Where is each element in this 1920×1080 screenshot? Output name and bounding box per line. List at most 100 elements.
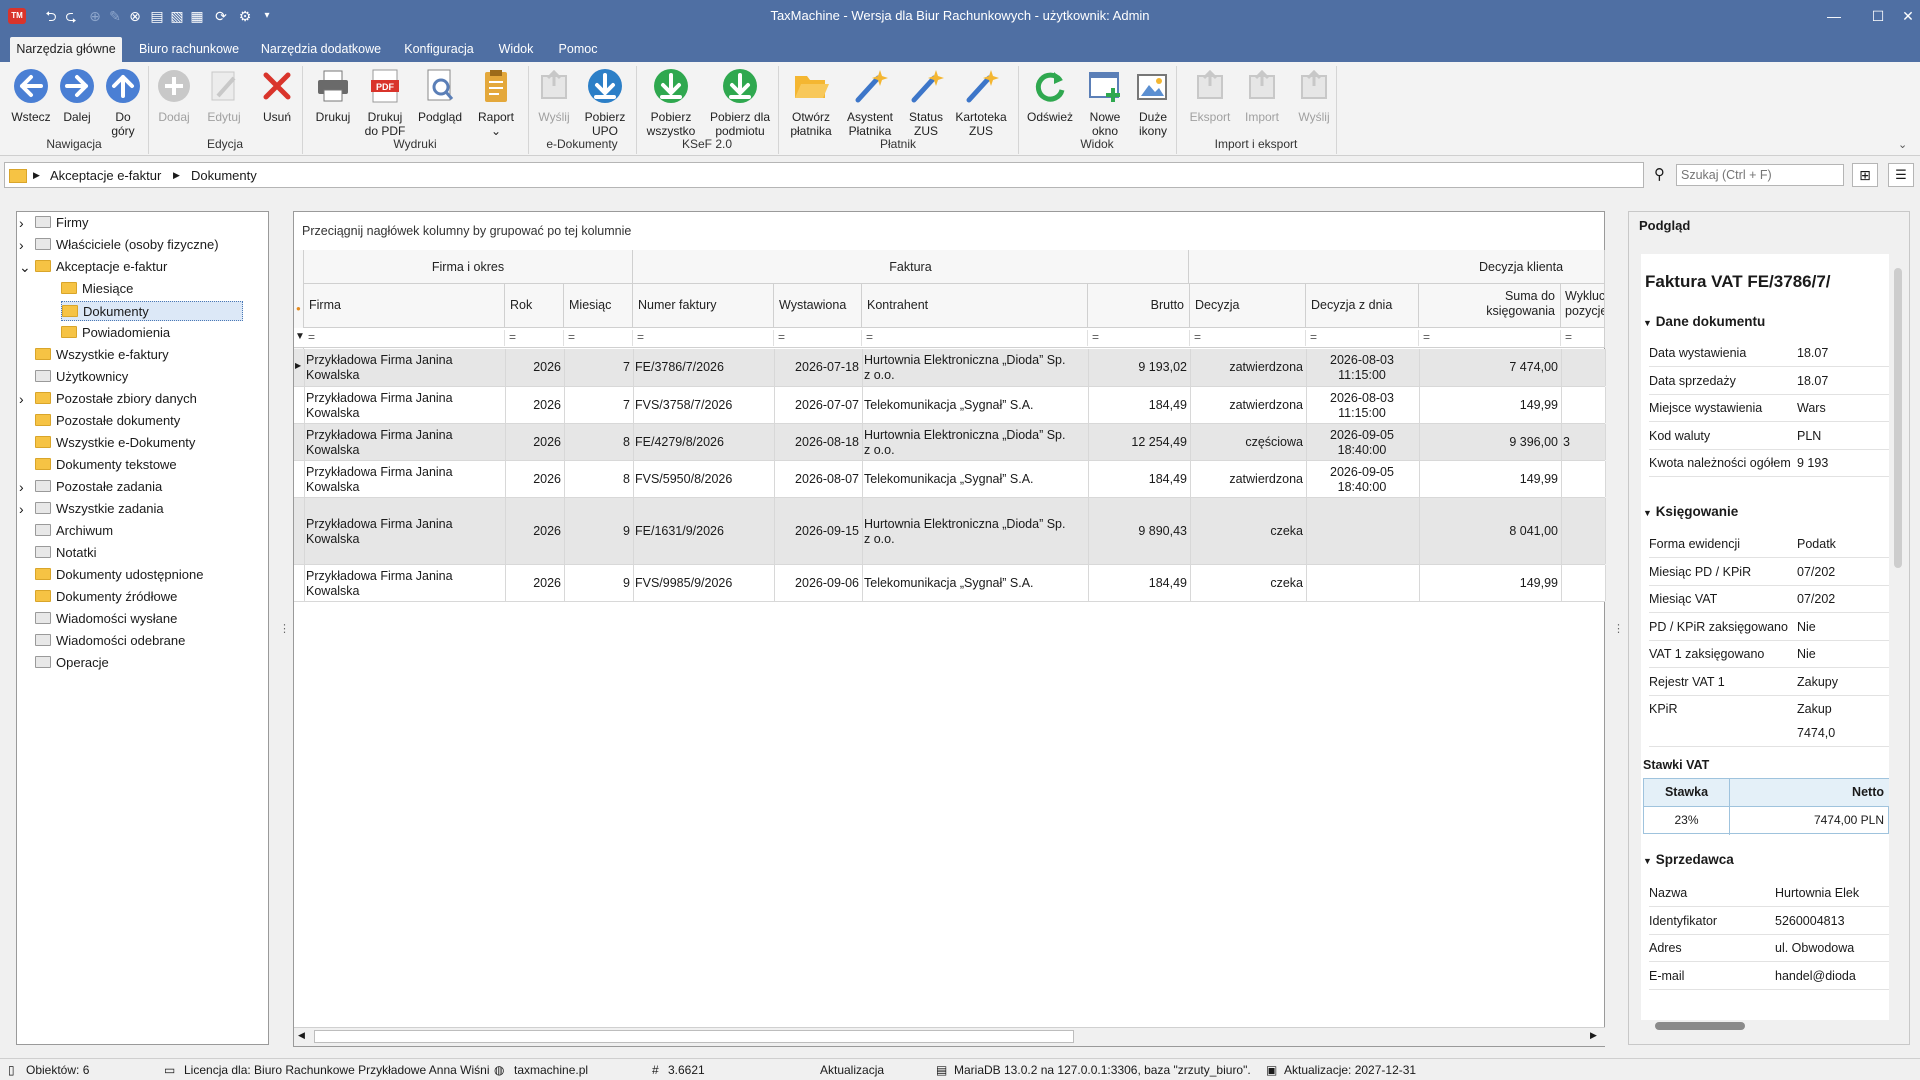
table-row[interactable]: Przykładowa Firma Janina Kowalska 2026 8 FVS… bbox=[294, 461, 1606, 498]
qa-pdf-icon[interactable]: ▧ bbox=[166, 6, 188, 26]
tree-item-17[interactable]: Dokumenty źródłowe bbox=[35, 587, 177, 607]
qa-edit-icon[interactable]: ✎ bbox=[104, 6, 126, 26]
ribbon-button-14[interactable]: Otwórz płatnika bbox=[784, 66, 838, 138]
column-header-5[interactable]: Kontrahent bbox=[862, 284, 1088, 328]
section-ksiegowanie[interactable]: ▼ Księgowanie bbox=[1643, 504, 1738, 519]
tree-item-18[interactable]: Wiadomości wysłane bbox=[35, 609, 177, 629]
filter-cell[interactable]: = bbox=[866, 330, 1088, 346]
tab-konfiguracja[interactable]: Konfiguracja bbox=[398, 37, 480, 62]
table-row[interactable]: Przykładowa Firma Janina Kowalska 2026 9 FE/… bbox=[294, 498, 1606, 565]
tab-narzedzia-glowne[interactable]: Narzędzia główne bbox=[10, 37, 122, 62]
band-firma-okres[interactable]: Firma i okres bbox=[304, 250, 633, 284]
filter-cell[interactable]: = bbox=[1092, 330, 1190, 346]
qa-add-icon[interactable]: ⊕ bbox=[84, 6, 106, 26]
ribbon-button-11[interactable]: Pobierz UPO bbox=[580, 66, 630, 138]
ribbon-button-9[interactable]: Raport ⌄ bbox=[470, 66, 522, 138]
tree-item-2[interactable]: Akceptacje e-faktur bbox=[35, 257, 167, 277]
column-header-4[interactable]: Wystawiona bbox=[774, 284, 862, 328]
tree-item-7[interactable]: Użytkownicy bbox=[35, 367, 128, 387]
tree-item-12[interactable]: Pozostałe zadania bbox=[35, 477, 162, 497]
filter-cell[interactable]: = bbox=[778, 330, 862, 346]
tab-narzedzia-dodatkowe[interactable]: Narzędzia dodatkowe bbox=[256, 37, 386, 62]
qa-preview-icon[interactable]: ▦ bbox=[186, 6, 208, 26]
band-decyzja-klienta[interactable]: Decyzja klienta bbox=[1189, 250, 1605, 284]
qa-customize-icon[interactable]: ▾ bbox=[256, 6, 278, 26]
tree-item-1[interactable]: Właściciele (osoby fizyczne) bbox=[35, 235, 219, 255]
ribbon-button-16[interactable]: Status ZUS bbox=[898, 66, 954, 138]
ribbon-button-13[interactable]: Pobierz dla podmiotu bbox=[704, 66, 776, 138]
column-header-1[interactable]: Rok bbox=[505, 284, 564, 328]
column-header-0[interactable]: Firma bbox=[304, 284, 505, 328]
column-header-wykluczone[interactable]: Wykluczopozycje bbox=[1561, 284, 1605, 328]
qa-delete-icon[interactable]: ⊗ bbox=[124, 6, 146, 26]
ribbon-button-2[interactable]: Do góry bbox=[102, 66, 144, 138]
qa-refresh-icon[interactable]: ⟳ bbox=[210, 6, 232, 26]
table-row[interactable]: Przykładowa Firma Janina Kowalska 2026 8 FE/… bbox=[294, 424, 1606, 461]
ribbon-button-18[interactable]: Odśwież bbox=[1022, 66, 1078, 124]
ribbon-button-8[interactable]: Podgląd bbox=[414, 66, 466, 124]
tree-item-11[interactable]: Dokumenty tekstowe bbox=[35, 455, 177, 475]
tree-item-19[interactable]: Wiadomości odebrane bbox=[35, 631, 185, 651]
tree-expand-icon[interactable]: › bbox=[19, 389, 24, 409]
scroll-right-icon[interactable]: ▶ bbox=[1590, 1030, 1597, 1041]
filter-cell[interactable]: = bbox=[308, 330, 505, 346]
splitter-handle-icon[interactable]: ⋮ bbox=[279, 622, 290, 635]
breadcrumb-akceptacje[interactable]: Akceptacje e-faktur bbox=[50, 168, 161, 183]
table-row[interactable]: Przykładowa Firma Janina Kowalska 2026 9 FVS… bbox=[294, 565, 1606, 602]
column-header-2[interactable]: Miesiąc bbox=[564, 284, 633, 328]
tree-expand-icon[interactable]: › bbox=[19, 235, 24, 255]
filter-cell[interactable]: = bbox=[637, 330, 774, 346]
tree-item-6[interactable]: Wszystkie e-faktury bbox=[35, 345, 169, 365]
tab-pomoc[interactable]: Pomoc bbox=[552, 37, 604, 62]
ribbon-button-15[interactable]: Asystent Płatnika bbox=[842, 66, 898, 138]
tree-expand-icon[interactable]: › bbox=[19, 499, 24, 519]
ribbon-button-3[interactable]: Dodaj bbox=[152, 66, 196, 124]
tree-item-15[interactable]: Notatki bbox=[35, 543, 96, 563]
grid-view-icon[interactable]: ⊞ bbox=[1852, 163, 1878, 187]
filter-cell[interactable]: = bbox=[509, 330, 564, 346]
tree-item-3[interactable]: Miesiące bbox=[61, 279, 133, 299]
tree-collapse-icon[interactable]: ⌄ bbox=[19, 257, 31, 277]
close-icon[interactable]: ✕ bbox=[1886, 2, 1920, 30]
ribbon-button-0[interactable]: Wstecz bbox=[10, 66, 52, 124]
ribbon-button-5[interactable]: Usuń bbox=[256, 66, 298, 124]
section-sprzedawca[interactable]: ▼ Sprzedawca bbox=[1643, 852, 1734, 867]
preview-vertical-scrollbar[interactable] bbox=[1891, 254, 1905, 1032]
qa-settings-icon[interactable]: ⚙ bbox=[234, 6, 256, 26]
filter-icon[interactable]: ▼ bbox=[295, 331, 305, 342]
table-row[interactable]: Przykładowa Firma Janina Kowalska 2026 7 FVS… bbox=[294, 387, 1606, 424]
ribbon-button-23[interactable]: Wyślij bbox=[1290, 66, 1338, 124]
tree-item-5[interactable]: Powiadomienia bbox=[61, 323, 170, 343]
filter-cell[interactable]: = bbox=[1310, 330, 1419, 346]
filter-icon[interactable]: ☰ bbox=[1888, 163, 1914, 187]
tree-item-14[interactable]: Archiwum bbox=[35, 521, 113, 541]
filter-cell[interactable]: = bbox=[568, 330, 633, 346]
ribbon-button-1[interactable]: Dalej bbox=[56, 66, 98, 124]
status-site[interactable]: taxmachine.pl bbox=[514, 1063, 588, 1077]
column-header-7[interactable]: Decyzja bbox=[1190, 284, 1306, 328]
ribbon-button-17[interactable]: Kartoteka ZUS bbox=[950, 66, 1012, 138]
horizontal-scrollbar[interactable]: ◀ ▶ bbox=[294, 1027, 1605, 1046]
band-faktura[interactable]: Faktura bbox=[633, 250, 1189, 284]
filter-row[interactable]: ▼ = = = = = = = = = = = bbox=[294, 328, 1605, 348]
tab-biuro-rachunkowe[interactable]: Biuro rachunkowe bbox=[134, 37, 244, 62]
tree-expand-icon[interactable]: › bbox=[19, 213, 24, 233]
scrollbar-thumb[interactable] bbox=[314, 1030, 1074, 1043]
qa-back-icon[interactable]: ⮌ bbox=[40, 6, 62, 26]
breadcrumb-dokumenty[interactable]: Dokumenty bbox=[191, 168, 257, 183]
ribbon-button-6[interactable]: Drukuj bbox=[312, 66, 354, 124]
tree-item-0[interactable]: Firmy bbox=[35, 213, 89, 233]
ribbon-button-20[interactable]: Duże ikony bbox=[1128, 66, 1178, 138]
tree-expand-icon[interactable]: › bbox=[19, 477, 24, 497]
filter-cell[interactable]: = bbox=[1565, 330, 1604, 346]
column-header-suma[interactable]: Suma do księgowania bbox=[1419, 284, 1561, 328]
qa-print-icon[interactable]: ▤ bbox=[146, 6, 168, 26]
scroll-left-icon[interactable]: ◀ bbox=[298, 1030, 305, 1041]
tree-item-9[interactable]: Pozostałe dokumenty bbox=[35, 411, 180, 431]
table-row[interactable]: Przykładowa Firma Janina Kowalska 2026 7 FE/… bbox=[294, 349, 1606, 387]
tab-widok[interactable]: Widok bbox=[492, 37, 540, 62]
column-header-3[interactable]: Numer faktury bbox=[633, 284, 774, 328]
ribbon-collapse-icon[interactable]: ⌄ bbox=[1898, 138, 1907, 151]
ribbon-button-22[interactable]: Import bbox=[1238, 66, 1286, 124]
tree-item-13[interactable]: Wszystkie zadania bbox=[35, 499, 164, 519]
